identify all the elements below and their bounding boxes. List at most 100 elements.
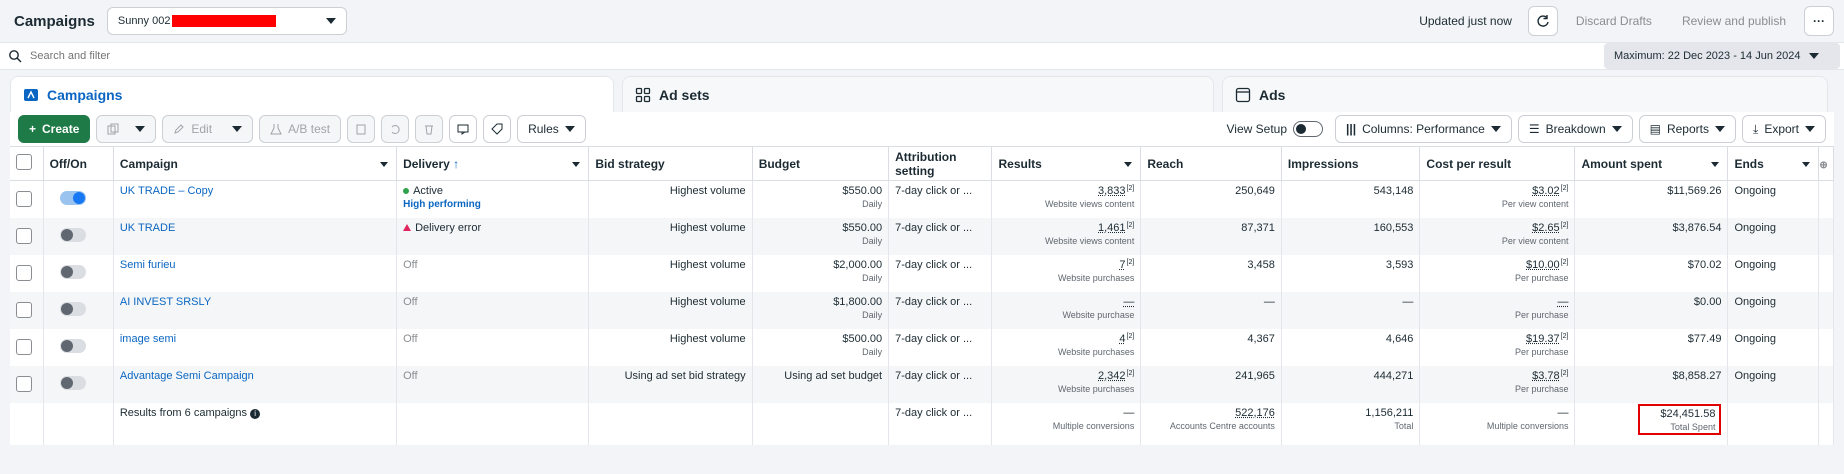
bid-strategy-cell: Highest volume xyxy=(588,328,753,366)
on-off-toggle[interactable] xyxy=(59,264,86,279)
row-checkbox[interactable] xyxy=(16,191,32,207)
column-header[interactable]: Delivery ↑ xyxy=(396,146,590,181)
refresh-button[interactable] xyxy=(1527,6,1558,36)
on-off-cell xyxy=(43,328,114,366)
results-value[interactable]: 4 xyxy=(1119,333,1125,345)
row-checkbox[interactable] xyxy=(16,338,32,355)
row-checkbox[interactable] xyxy=(16,375,32,392)
preview-button[interactable] xyxy=(449,115,478,143)
results-value[interactable]: 1,461 xyxy=(1098,222,1126,234)
tab-campaigns[interactable]: Campaigns xyxy=(10,76,614,112)
delivery-cell: Off xyxy=(396,365,590,403)
table-row[interactable]: UK TRADE Delivery error Highest volume $… xyxy=(10,217,1834,255)
cost-per-result-value[interactable]: $3.02 xyxy=(1532,185,1560,197)
column-header[interactable]: Campaign xyxy=(113,146,398,181)
row-checkbox[interactable] xyxy=(16,227,32,244)
on-off-toggle[interactable] xyxy=(59,227,86,242)
table-row[interactable]: AI INVEST SRSLY Off Highest volume $1,80… xyxy=(10,291,1834,329)
on-off-cell xyxy=(43,291,114,329)
view-setup-label: View Setup xyxy=(1226,122,1288,136)
column-header[interactable]: Ends xyxy=(1727,146,1820,181)
campaign-name-link[interactable]: UK TRADE – Copy xyxy=(120,185,213,197)
campaign-name-cell: Advantage Semi Campaign xyxy=(113,365,398,403)
results-value[interactable]: 3,833 xyxy=(1098,185,1126,197)
delete-button[interactable] xyxy=(415,115,444,143)
amount-spent-cell: $11,569.26 xyxy=(1574,180,1729,218)
row-checkbox[interactable] xyxy=(16,301,32,318)
totals-cpr: — xyxy=(1557,406,1569,419)
info-icon[interactable]: i xyxy=(250,408,261,419)
tag-button[interactable] xyxy=(483,115,512,143)
undo-button[interactable] xyxy=(381,115,410,143)
row-checkbox[interactable] xyxy=(16,264,32,281)
tab-ad-sets[interactable]: Ad sets xyxy=(622,76,1214,112)
more-options-button[interactable]: ··· xyxy=(1804,6,1834,36)
chevron-down-icon xyxy=(380,162,389,167)
view-setup-toggle[interactable]: View Setup xyxy=(1227,121,1324,137)
results-value[interactable]: 2,342 xyxy=(1098,370,1126,382)
budget-cell: $500.00 Daily xyxy=(752,328,890,366)
cost-per-result-value[interactable]: $3.78 xyxy=(1532,370,1560,382)
on-off-toggle[interactable] xyxy=(59,191,86,205)
column-header[interactable]: Bid strategy xyxy=(588,146,753,181)
add-column-cell[interactable]: ⊕ xyxy=(1818,146,1834,181)
cost-per-result-value[interactable]: — xyxy=(1557,296,1568,308)
search-input[interactable] xyxy=(30,50,1604,62)
select-all-cell xyxy=(10,146,44,181)
account-selector[interactable]: Sunny 002 xyxy=(106,7,347,35)
results-value[interactable]: 7 xyxy=(1119,259,1125,271)
on-off-toggle[interactable] xyxy=(59,375,86,390)
results-type: Website views content xyxy=(1044,199,1135,209)
add-column-icon: ⊕ xyxy=(1819,159,1828,171)
cost-per-result-value[interactable]: $10.00 xyxy=(1526,259,1560,271)
on-off-toggle[interactable] xyxy=(59,301,86,316)
column-header[interactable]: Budget xyxy=(752,146,890,181)
rules-button[interactable]: Rules xyxy=(517,115,586,143)
campaign-name-link[interactable]: UK TRADE xyxy=(120,222,175,234)
column-header[interactable]: Reach xyxy=(1140,146,1282,181)
campaign-name-link[interactable]: Semi furieu xyxy=(120,259,176,271)
on-off-toggle[interactable] xyxy=(59,338,86,353)
campaign-name-link[interactable]: image semi xyxy=(120,333,176,345)
tab-label: Ad sets xyxy=(659,86,710,103)
review-publish-button[interactable]: Review and publish xyxy=(1669,6,1798,36)
date-range-picker[interactable]: Maximum: 22 Dec 2023 - 14 Jun 2024 xyxy=(1604,43,1840,69)
ab-test-button[interactable]: A/B test xyxy=(259,115,342,143)
table-row[interactable]: Advantage Semi Campaign Off Using ad set… xyxy=(10,365,1834,403)
duplicate-button[interactable] xyxy=(96,115,157,143)
table-row[interactable]: UK TRADE – Copy Active High performing Hi… xyxy=(10,180,1834,218)
column-header[interactable]: Off/On xyxy=(43,146,114,181)
column-header[interactable]: Results xyxy=(991,146,1142,181)
campaign-name-link[interactable]: AI INVEST SRSLY xyxy=(120,296,211,308)
export-button[interactable]: ⤓ Export xyxy=(1742,115,1826,143)
cost-per-result-value[interactable]: $2.65 xyxy=(1532,222,1560,234)
columns-button[interactable]: ||| Columns: Performance xyxy=(1335,115,1512,143)
create-button[interactable]: + Create xyxy=(18,115,91,143)
rules-label: Rules xyxy=(528,122,559,136)
campaign-name-link[interactable]: Advantage Semi Campaign xyxy=(120,370,254,382)
amount-spent-cell: $70.02 xyxy=(1574,254,1729,292)
totals-reach[interactable]: 522,176 xyxy=(1235,407,1275,419)
toggle-switch[interactable] xyxy=(1293,121,1324,137)
budget-value: $550.00 xyxy=(842,221,883,234)
table-row[interactable]: Semi furieu Off Highest volume $2,000.00… xyxy=(10,254,1834,292)
campaigns-table: Off/On Campaign Delivery ↑ Bid strategy … xyxy=(10,146,1834,445)
on-off-cell xyxy=(43,217,114,255)
select-all-checkbox[interactable] xyxy=(16,154,32,170)
breakdown-button[interactable]: ☰ Breakdown xyxy=(1517,115,1633,143)
archive-button[interactable] xyxy=(347,115,376,143)
filler-cell xyxy=(1818,180,1834,218)
cost-per-result-value[interactable]: $19.37 xyxy=(1526,333,1560,345)
reports-button[interactable]: ▤ Reports xyxy=(1638,115,1736,143)
discard-drafts-button[interactable]: Discard Drafts xyxy=(1563,6,1664,36)
column-header[interactable]: Attribution setting xyxy=(888,146,993,181)
results-value[interactable]: — xyxy=(1123,296,1134,308)
column-header[interactable]: Amount spent xyxy=(1574,146,1729,181)
table-row[interactable]: image semi Off Highest volume $500.00 Dai… xyxy=(10,328,1834,366)
column-header[interactable]: Cost per result xyxy=(1419,146,1576,181)
column-header[interactable]: Impressions xyxy=(1281,146,1421,181)
tab-ads[interactable]: Ads xyxy=(1222,76,1828,112)
campaign-name-cell: UK TRADE – Copy xyxy=(113,180,398,218)
results-type: Website views content xyxy=(1044,235,1135,246)
edit-button[interactable]: Edit xyxy=(162,115,254,143)
